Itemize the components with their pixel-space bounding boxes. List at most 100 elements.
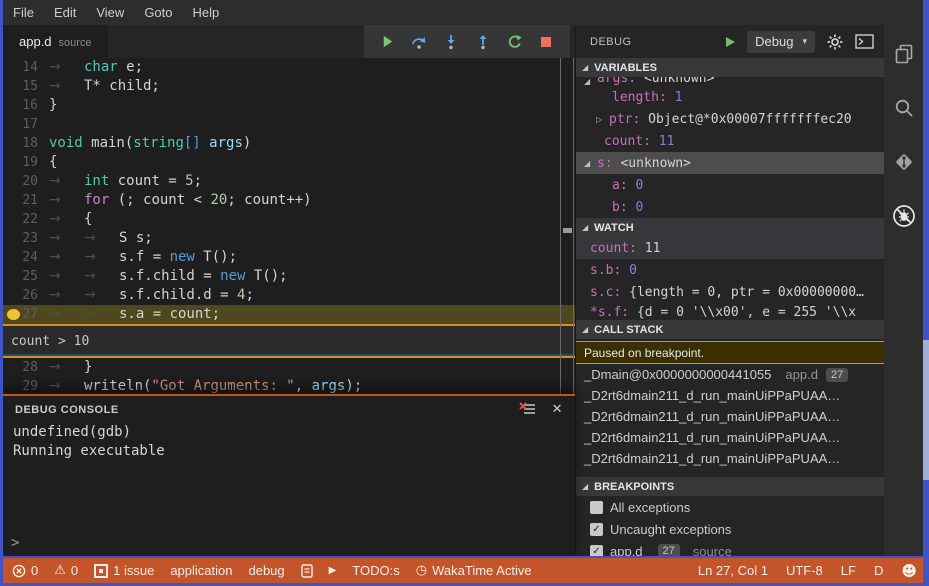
code-line-17[interactable]: 17 [3, 115, 575, 134]
code-line-24[interactable]: 24 → → s.f = new T(); [3, 248, 575, 267]
watch-row[interactable]: count: 11 [576, 237, 884, 259]
status-0[interactable]: ⚠ 0 [54, 563, 78, 578]
status-utf-8[interactable]: UTF-8 [786, 563, 823, 578]
debug-config-dropdown[interactable]: Debug ▾ [747, 30, 815, 53]
code-line-25[interactable]: 25 → → s.f.child = new T(); [3, 267, 575, 286]
watch-row[interactable]: *s.f: {d = 0 '\\x00', e = 255 '\\x [576, 303, 884, 320]
code-line-15[interactable]: 15 → T* child; [3, 77, 575, 96]
console-input-prompt[interactable]: > [11, 535, 19, 551]
line-number[interactable]: 24 [3, 248, 49, 267]
line-number[interactable]: 23 [3, 229, 49, 248]
menu-edit[interactable]: Edit [44, 0, 86, 25]
continue-button[interactable] [380, 34, 396, 50]
breakpoint-row[interactable]: ✓ Uncaught exceptions [576, 518, 884, 540]
status-0[interactable]: 0 [12, 563, 38, 578]
status-d[interactable]: D [874, 563, 883, 578]
variable-row[interactable]: ◢ s: <unknown> [576, 152, 884, 174]
stack-frame[interactable]: _D2rt6dmain211_d_run_mainUiPPaPUAA… [576, 406, 884, 427]
variable-row[interactable]: length: 1 [576, 86, 884, 108]
variable-row[interactable]: count: 11 [576, 130, 884, 152]
section-header-watch[interactable]: ◢ WATCH [576, 218, 884, 237]
step-out-button[interactable] [475, 34, 491, 50]
variable-row[interactable]: ◢ args: <unknown> [576, 77, 884, 86]
stack-frame[interactable]: _Dmain@0x0000000000441055 app.d 27 [576, 364, 884, 385]
code-line-26[interactable]: 26 → → s.f.child.d = 4; [3, 286, 575, 305]
breakpoint-condition-box[interactable]: count > 10 [3, 324, 575, 358]
section-header-variables[interactable]: ◢ VARIABLES [576, 58, 884, 77]
watch-row[interactable]: s.c: {length = 0, ptr = 0x00000000… [576, 281, 884, 303]
line-number[interactable]: 18 [3, 134, 49, 153]
search-icon[interactable] [891, 95, 917, 121]
status-todo-s[interactable]: TODO:s [352, 563, 399, 578]
gear-icon[interactable] [826, 33, 844, 51]
line-number[interactable]: 19 [3, 153, 49, 172]
source-control-icon[interactable] [891, 149, 917, 175]
code-line-28[interactable]: 28 →} [3, 358, 575, 377]
watch-row[interactable]: s.b: 0 [576, 259, 884, 281]
status-smiley[interactable]: ☻ [901, 562, 917, 580]
menu-file[interactable]: File [3, 0, 44, 25]
variable-row[interactable]: b: 0 [576, 196, 884, 218]
line-number[interactable]: 29 [3, 377, 49, 394]
status-lf[interactable]: LF [841, 563, 856, 578]
breakpoint-row[interactable]: ✓ app.d 27 source [576, 540, 884, 556]
debug-off-icon[interactable] [891, 203, 917, 229]
line-number[interactable]: 21 [3, 191, 49, 210]
line-number[interactable]: 15 [3, 77, 49, 96]
editor-scrollbar[interactable] [560, 58, 574, 394]
code-line-27[interactable]: 27 → → s.a = count; [3, 305, 575, 324]
line-number[interactable]: 20 [3, 172, 49, 191]
status-ln-27-col-1[interactable]: Ln 27, Col 1 [698, 563, 768, 578]
step-into-button[interactable] [443, 34, 459, 50]
breakpoint-dot[interactable] [7, 309, 20, 320]
code-line-20[interactable]: 20 → int count = 5; [3, 172, 575, 191]
window-scrollbar-thumb[interactable] [923, 340, 929, 480]
variable-row[interactable]: ▷ ptr: Object@*0x00007fffffffec20 [576, 108, 884, 130]
code-line-14[interactable]: 14 → char e; [3, 58, 575, 77]
close-icon[interactable]: ✕ [552, 402, 563, 417]
line-number[interactable]: 22 [3, 210, 49, 229]
step-over-button[interactable] [411, 34, 427, 50]
start-debug-icon[interactable] [724, 36, 736, 48]
checkbox-checked[interactable]: ✓ [590, 544, 603, 556]
stop-button[interactable] [538, 34, 554, 50]
line-number[interactable]: 17 [3, 115, 49, 134]
status-file[interactable] [300, 563, 313, 578]
line-number[interactable]: 25 [3, 267, 49, 286]
status-wakatime-active[interactable]: ◷ WakaTime Active [416, 563, 532, 578]
stack-frame[interactable]: _D2rt6dmain211_d_run_mainUiPPaPUAA… [576, 448, 884, 469]
editor-scrollbar-thumb[interactable] [563, 228, 572, 233]
menu-goto[interactable]: Goto [134, 0, 182, 25]
section-header-breakpoints[interactable]: ◢ BREAKPOINTS [576, 477, 884, 496]
line-number[interactable]: 28 [3, 358, 49, 377]
clear-console-icon[interactable] [518, 402, 536, 417]
line-number[interactable]: 16 [3, 96, 49, 115]
code-line-21[interactable]: 21 → for (; count < 20; count++) [3, 191, 575, 210]
code-line-16[interactable]: 16} [3, 96, 575, 115]
code-area[interactable]: 14 → char e; 15 → T* child; 16} 17 18 void main(s… [3, 58, 575, 394]
menu-view[interactable]: View [86, 0, 134, 25]
code-line-22[interactable]: 22 →{ [3, 210, 575, 229]
menu-help[interactable]: Help [183, 0, 230, 25]
checkbox-checked[interactable]: ✓ [590, 522, 603, 536]
status-application[interactable]: application [170, 563, 232, 578]
status-play[interactable]: ▶ [329, 565, 337, 576]
section-header-call-stack[interactable]: ◢ CALL STACK [576, 320, 884, 339]
checkbox-unchecked[interactable] [590, 500, 603, 514]
breakpoint-row[interactable]: All exceptions [576, 496, 884, 518]
files-icon[interactable] [891, 41, 917, 67]
restart-button[interactable] [507, 34, 523, 50]
stack-frame[interactable]: _D2rt6dmain211_d_run_mainUiPPaPUAA… [576, 427, 884, 448]
line-number[interactable]: 14 [3, 58, 49, 77]
stack-frame[interactable]: _D2rt6dmain211_d_run_mainUiPPaPUAA… [576, 385, 884, 406]
code-line-18[interactable]: 18 void main(string[] args) [3, 134, 575, 153]
variable-row[interactable]: a: 0 [576, 174, 884, 196]
line-number[interactable]: 26 [3, 286, 49, 305]
status-debug[interactable]: debug [248, 563, 284, 578]
code-line-29[interactable]: 29 → writeln("Got Arguments: ", args); [3, 377, 575, 394]
status-1-issue[interactable]: 1 issue [94, 563, 154, 578]
open-console-icon[interactable] [855, 34, 874, 49]
tab-app-d[interactable]: app.d source [3, 25, 108, 58]
code-line-19[interactable]: 19{ [3, 153, 575, 172]
code-line-23[interactable]: 23 → → S s; [3, 229, 575, 248]
